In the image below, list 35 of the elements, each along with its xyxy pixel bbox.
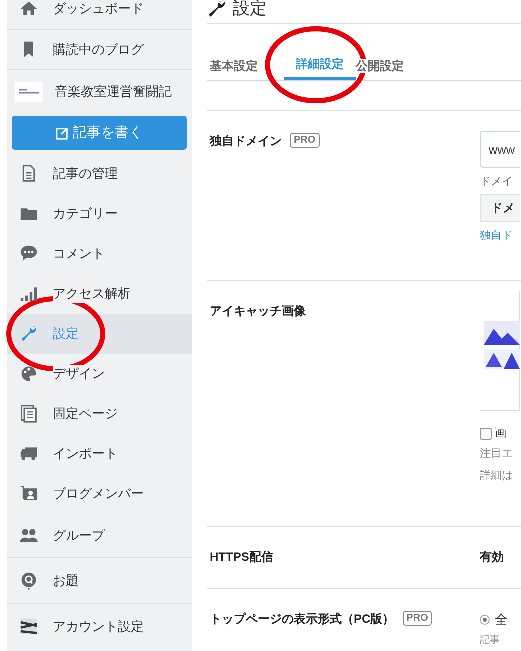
truck-icon (19, 445, 39, 463)
setting-label: アイキャッチ画像 (210, 303, 306, 320)
home-icon (19, 0, 39, 18)
radio-label: 全 (495, 611, 508, 629)
checkbox-label: 画 (495, 425, 507, 442)
blog-name: 音楽教室運営奮闘記 (55, 83, 172, 101)
note-text: 注目エ (480, 446, 514, 462)
hint-text: ドメイ (480, 175, 514, 189)
domain-button[interactable]: ドメ (480, 194, 520, 222)
member-card-icon (19, 485, 39, 503)
sidebar-item: 購読中のブログ (53, 40, 144, 58)
pro-badge: PRO (402, 611, 432, 626)
pro-badge: PRO (290, 133, 320, 148)
edit-icon (56, 126, 69, 140)
sidebar-item: グループ (53, 526, 105, 544)
radio-button[interactable] (480, 615, 490, 625)
speech-bubble-icon (19, 245, 39, 263)
pages-icon (19, 405, 39, 423)
setting-label: トップページの表示形式（PC版） (210, 611, 395, 628)
tab[interactable]: 公開設定 (356, 52, 416, 80)
note-text: 詳細は (480, 469, 514, 484)
sidebar-item: ダッシュボード (53, 0, 144, 18)
setting-value: 有効 (480, 550, 504, 564)
palette-icon (19, 365, 39, 383)
signal-bars-icon (19, 285, 39, 303)
setting-label: 独自ドメイン (210, 133, 282, 150)
sidebar-item: アカウント設定 (53, 618, 144, 636)
domain-input[interactable]: www (480, 131, 520, 168)
sidebar-item: お題 (53, 572, 79, 590)
checkbox[interactable] (480, 428, 492, 440)
people-icon (19, 526, 39, 544)
note-text: 記事 (480, 634, 501, 647)
tab[interactable]: 基本設定 (207, 52, 270, 80)
setting-label: HTTPS配信 (210, 549, 274, 566)
question-bubble-icon (19, 572, 39, 590)
